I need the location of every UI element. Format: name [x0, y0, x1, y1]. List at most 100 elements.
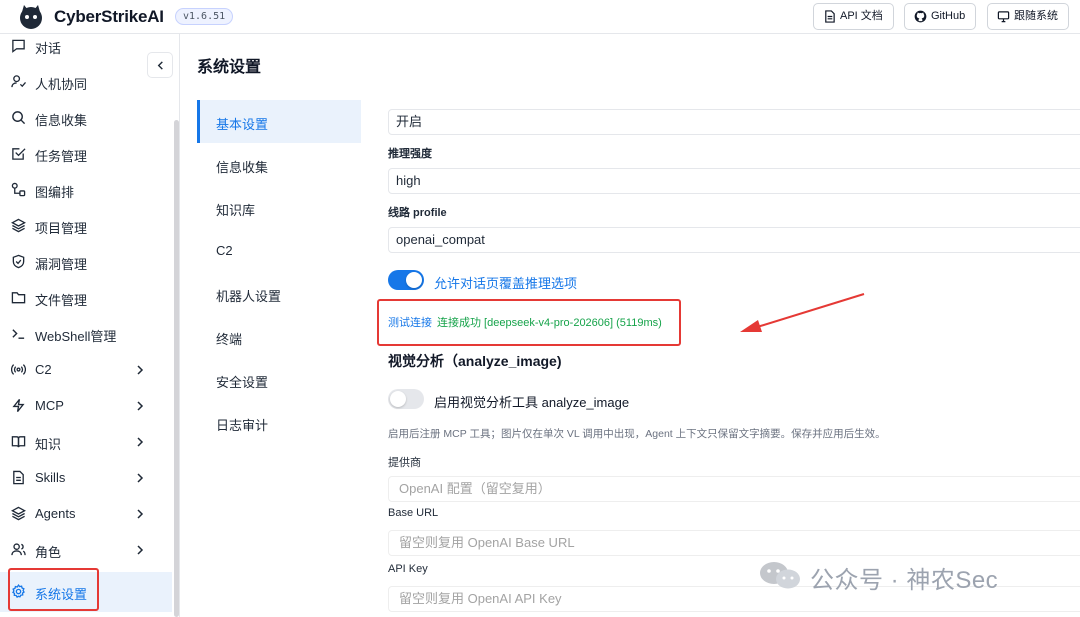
toggle-knob — [390, 391, 406, 407]
tab-terminal[interactable]: 终端 — [197, 315, 361, 358]
api-docs-button[interactable]: API 文档 — [813, 3, 894, 30]
sidebar-item-label: 文件管理 — [35, 293, 88, 308]
sidebar-item-info-collect[interactable]: 信息收集 — [0, 100, 172, 136]
layers-icon — [11, 218, 26, 233]
provider-label: 提供商 — [388, 457, 421, 469]
github-label: GitHub — [931, 10, 966, 22]
vision-analysis-label: 启用视觉分析工具 analyze_image — [434, 395, 630, 410]
sidebar-item-settings[interactable]: 系统设置 — [0, 572, 172, 612]
sidebar-item-label: Skills — [35, 470, 66, 485]
chat-icon — [12, 39, 25, 53]
theme-follow-system-button[interactable]: 跟随系统 — [987, 3, 1069, 30]
sidebar-item-vulns[interactable]: 漏洞管理 — [0, 244, 172, 280]
github-icon — [914, 10, 927, 23]
active-indicator — [197, 100, 200, 143]
sidebar-item-label: 图编排 — [35, 185, 75, 200]
profile-label: 线路 profile — [388, 207, 447, 219]
sidebar-item-knowledge[interactable]: 知识 — [0, 424, 172, 460]
tab-knowledge-base[interactable]: 知识库 — [197, 186, 361, 229]
tab-bot-settings[interactable]: 机器人设置 — [197, 272, 361, 315]
search-icon — [12, 111, 26, 125]
chevron-right-icon — [137, 437, 144, 447]
toggle-knob — [406, 272, 422, 288]
chevron-left-icon — [157, 61, 163, 70]
sidebar-item-projects[interactable]: 项目管理 — [0, 208, 172, 244]
override-reasoning-toggle[interactable] — [388, 270, 424, 290]
page-title: 系统设置 — [197, 59, 262, 76]
sidebar-item-label: 对话 — [35, 41, 62, 56]
sidebar-item-label: C2 — [35, 362, 52, 377]
base-url-input[interactable]: 留空则复用 OpenAI Base URL — [388, 530, 1080, 556]
watermark-text: 公众号 · 神农Sec — [810, 567, 999, 594]
app-brand: CyberStrikeAI — [54, 7, 164, 26]
vision-hint: 启用后注册 MCP 工具；图片仅在单次 VL 调用中出现，Agent 上下文只保… — [388, 428, 886, 440]
sidebar-item-label: 角色 — [35, 545, 62, 560]
annotation-arrow-icon — [740, 293, 865, 332]
tab-basic-settings[interactable]: 基本设置 — [197, 100, 361, 143]
tab-c2[interactable]: C2 — [197, 229, 361, 272]
book-icon — [11, 436, 26, 448]
settings-subnav: 基本设置 信息收集 知识库 C2 机器人设置 终端 安全设置 日志审计 — [197, 100, 361, 617]
tab-security-settings[interactable]: 安全设置 — [197, 358, 361, 401]
override-reasoning-label: 允许对话页覆盖推理选项 — [434, 276, 578, 291]
tab-label: C2 — [216, 243, 233, 258]
sidebar-collapse-button[interactable] — [147, 52, 173, 78]
user-check-icon — [11, 75, 26, 88]
tab-label: 信息收集 — [216, 160, 269, 175]
tab-label: 安全设置 — [216, 375, 269, 390]
vision-section-title: 视觉分析（analyze_image) — [388, 353, 562, 369]
sidebar-item-graph[interactable]: 图编排 — [0, 172, 172, 208]
document-icon — [825, 10, 835, 23]
reasoning-effort-select[interactable]: high — [388, 168, 1080, 194]
sidebar-item-agents[interactable]: Agents — [0, 496, 172, 532]
file-text-icon — [13, 470, 24, 485]
sidebar-item-skills[interactable]: Skills — [0, 460, 172, 496]
sidebar-item-roles[interactable]: 角色 — [0, 532, 172, 568]
sidebar-item-task-mgmt[interactable]: 任务管理 — [0, 136, 172, 172]
broadcast-icon — [11, 364, 26, 375]
folder-icon — [11, 292, 26, 304]
sidebar-item-label: 任务管理 — [35, 149, 88, 164]
sidebar-item-label: Agents — [35, 506, 76, 521]
chevron-right-icon — [137, 509, 144, 519]
api-key-label: API Key — [388, 563, 428, 575]
cat-logo-icon — [20, 5, 42, 29]
sidebar-item-label: 系统设置 — [35, 587, 88, 602]
wechat-icon — [760, 562, 800, 589]
sidebar-item-mcp[interactable]: MCP — [0, 388, 172, 424]
reasoning-effort-label: 推理强度 — [388, 148, 432, 160]
sidebar-scrollbar[interactable] — [174, 120, 179, 617]
tab-audit-log[interactable]: 日志审计 — [197, 401, 361, 444]
provider-input[interactable]: OpenAI 配置（留空复用） — [388, 476, 1080, 502]
sidebar-item-label: 知识 — [35, 437, 62, 452]
tab-info-collect[interactable]: 信息收集 — [197, 143, 361, 186]
task-check-icon — [12, 148, 26, 160]
vision-analysis-toggle[interactable] — [388, 389, 424, 409]
chevron-right-icon — [137, 545, 144, 555]
users-icon — [11, 543, 26, 556]
chevron-right-icon — [137, 473, 144, 483]
sidebar-item-label: 项目管理 — [35, 221, 88, 236]
sidebar-item-files[interactable]: 文件管理 — [0, 280, 172, 316]
wechat-watermark: 公众号 · 神农Sec — [758, 558, 1058, 594]
sidebar-item-label: MCP — [35, 398, 64, 413]
theme-label: 跟随系统 — [1014, 10, 1058, 22]
api-docs-label: API 文档 — [840, 10, 883, 22]
profile-select[interactable]: openai_compat — [388, 227, 1080, 253]
chevron-right-icon — [137, 401, 144, 411]
tab-label: 知识库 — [216, 203, 256, 218]
sidebar-item-label: 漏洞管理 — [35, 257, 88, 272]
sidebar-item-webshell[interactable]: WebShell管理 — [0, 316, 172, 352]
test-connection-link[interactable]: 测试连接 — [388, 314, 432, 330]
sidebar: 对话 人机协同 信息收集 任务管理 图编排 项目管理 漏洞管理 文件管理 Web… — [0, 34, 180, 617]
tab-label: 日志审计 — [216, 418, 269, 433]
thinking-select[interactable]: 开启 — [388, 109, 1080, 135]
bolt-icon — [12, 398, 25, 413]
workflow-icon — [11, 182, 26, 197]
terminal-icon — [12, 329, 25, 339]
sidebar-item-c2[interactable]: C2 — [0, 352, 172, 388]
chevron-right-icon — [137, 365, 144, 375]
monitor-icon — [997, 11, 1010, 23]
github-button[interactable]: GitHub — [904, 3, 977, 30]
tab-label: 基本设置 — [216, 117, 269, 132]
